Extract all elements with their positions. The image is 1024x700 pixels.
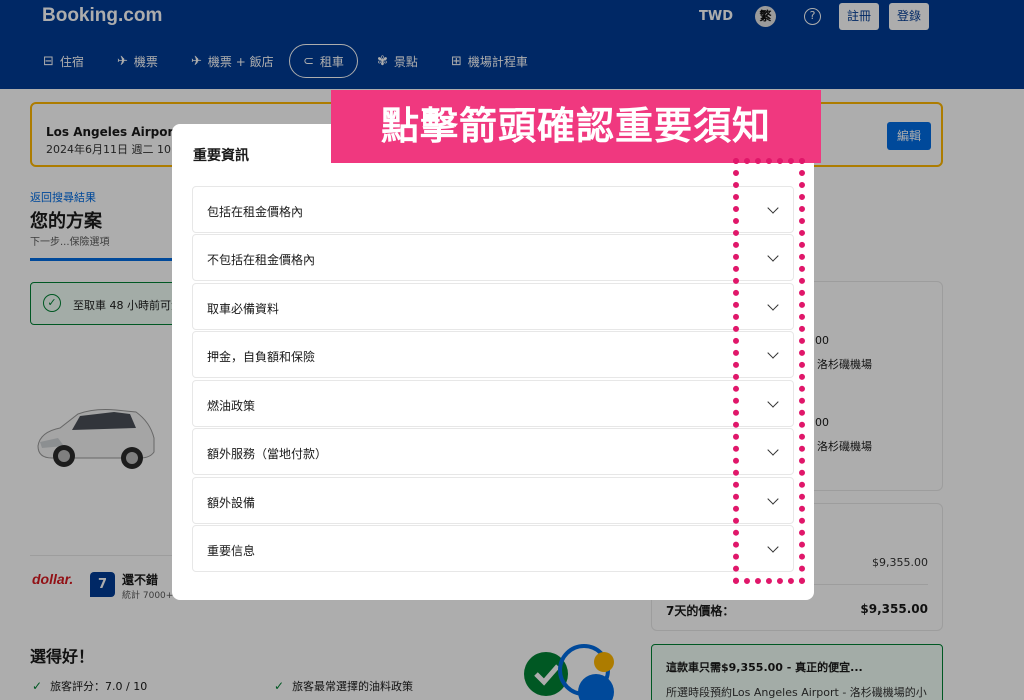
accordion-label: 額外設備 (207, 496, 256, 510)
important-info-modal: 重要資訊 × 包括在租金價格內 不包括在租金價格內 取車必備資料 押金，自負額和… (172, 124, 814, 600)
modal-title: 重要資訊 (193, 148, 249, 164)
accordion-important-info[interactable]: 重要信息 (192, 525, 794, 572)
accordion-pickup-documents[interactable]: 取車必備資料 (192, 283, 794, 330)
annotation-dotted-highlight (733, 158, 805, 584)
accordion-deposit-insurance[interactable]: 押金，自負額和保險 (192, 331, 794, 378)
accordion-not-included[interactable]: 不包括在租金價格內 (192, 234, 794, 281)
accordion-label: 包括在租金價格內 (207, 205, 304, 219)
accordion-label: 取車必備資料 (207, 302, 280, 316)
accordion-extra-services[interactable]: 額外服務（當地付款） (192, 428, 794, 475)
accordion-label: 重要信息 (207, 544, 256, 558)
accordion-included-in-price[interactable]: 包括在租金價格內 (192, 186, 794, 233)
accordion-label: 不包括在租金價格內 (207, 253, 316, 267)
accordion-label: 燃油政策 (207, 399, 256, 413)
annotation-banner: 點擊箭頭確認重要須知 (331, 90, 821, 163)
accordion-label: 額外服務（當地付款） (207, 447, 328, 461)
accordion-label: 押金，自負額和保險 (207, 350, 316, 364)
accordion-fuel-policy[interactable]: 燃油政策 (192, 380, 794, 427)
accordion-extra-equipment[interactable]: 額外設備 (192, 477, 794, 524)
